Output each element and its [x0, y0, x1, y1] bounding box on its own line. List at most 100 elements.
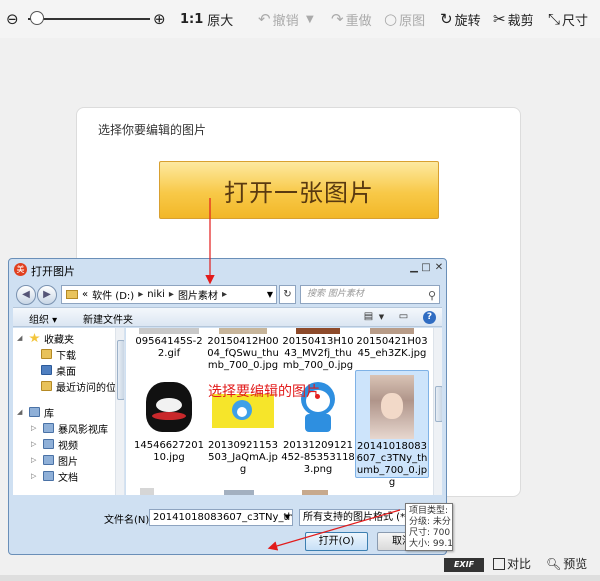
- file-thumbnail: [219, 328, 267, 334]
- crop-button[interactable]: ✂ 裁剪: [493, 9, 534, 29]
- search-input[interactable]: 搜索 图片素材 ⚲: [300, 285, 440, 304]
- zoom-slider-handle[interactable]: [30, 11, 44, 25]
- zoom-slider-track[interactable]: [28, 18, 150, 20]
- recent-places-icon: [41, 381, 52, 391]
- card-title: 选择你要编辑的图片: [98, 123, 207, 137]
- collapse-icon[interactable]: ▷: [31, 440, 41, 448]
- close-icon[interactable]: ✕: [432, 261, 446, 276]
- chevron-down-icon[interactable]: ▼: [267, 290, 273, 299]
- file-item[interactable]: 20150421H0345_eh3ZK.jpg: [355, 328, 429, 360]
- resize-button[interactable]: ⤡ 尺寸: [548, 9, 588, 29]
- file-name: 20150413H1043_MV2fj_thumb_700_0.jpg: [282, 336, 354, 371]
- file-item[interactable]: 20150412H0004_fQSwu_thumb_700_0.jpg: [206, 328, 280, 372]
- file-name: 09564145S-22.gif: [135, 336, 203, 359]
- filename-value: 20141018083607_c3TNy_thuml: [153, 512, 292, 523]
- video-library-icon: [43, 439, 54, 449]
- file-thumbnail-partial: [224, 490, 254, 495]
- nav-item-documents[interactable]: ▷ 文档: [31, 468, 78, 484]
- tooltip-line: 分级: 未分: [409, 517, 451, 527]
- view-options-icon[interactable]: ▤: [362, 311, 375, 323]
- crop-label: 裁剪: [507, 13, 534, 29]
- file-thumbnail: [370, 375, 414, 439]
- toolbar: ⊖ ⊕ 1:1 原大 ↶ 撤销 ▼ ↷ 重做 ○ 原图 ↻ 旋转 ✂ 裁剪 ⤡ 尺寸: [0, 0, 600, 38]
- organize-button[interactable]: 组织 ▾: [29, 311, 57, 326]
- expand-icon[interactable]: ◢: [17, 334, 27, 342]
- compare-label: 对比: [507, 557, 532, 571]
- nav-label: 下载: [56, 350, 76, 362]
- open-image-button[interactable]: 打开一张图片: [159, 161, 439, 219]
- scrollbar-thumb[interactable]: [435, 386, 442, 422]
- file-tooltip: 项目类型: 分级: 未分 尺寸: 700 大小: 99.1: [405, 503, 453, 551]
- exif-button[interactable]: EXIF: [444, 558, 484, 572]
- nav-item-desktop[interactable]: 桌面: [41, 362, 76, 378]
- library-icon: [29, 407, 40, 417]
- address-bar[interactable]: « 软件 (D:) ▸ niki ▸ 图片素材 ▸ ▼: [61, 285, 277, 304]
- search-icon: ⚲: [427, 289, 436, 302]
- original-size-label: 原大: [207, 13, 234, 29]
- collapse-icon[interactable]: ▷: [31, 456, 41, 464]
- redo-button[interactable]: ↷ 重做: [331, 9, 372, 29]
- preview-button[interactable]: 🔍︎ 预览: [546, 555, 587, 572]
- filetype-select[interactable]: 所有支持的图片格式 (*.jpg;*: [299, 509, 409, 526]
- nav-item-videos[interactable]: ▷ 视频: [31, 436, 78, 452]
- collapse-icon[interactable]: ▷: [31, 424, 41, 432]
- tooltip-line: 大小: 99.1: [409, 539, 453, 549]
- scrollbar-thumb[interactable]: [117, 340, 124, 400]
- zoom-out-icon[interactable]: ⊖: [6, 9, 21, 29]
- library-icon: [43, 423, 54, 433]
- original-image-button[interactable]: ○ 原图: [384, 9, 425, 29]
- document-library-icon: [43, 471, 54, 481]
- new-folder-button[interactable]: 新建文件夹: [83, 311, 133, 326]
- undo-dropdown-icon[interactable]: ▼: [306, 9, 314, 29]
- resize-icon: ⤡: [548, 10, 561, 28]
- file-name: 1454662720110.jpg: [134, 440, 204, 463]
- nav-item-pictures[interactable]: ▷ 图片: [31, 452, 78, 468]
- nav-item-favorites[interactable]: ◢ 收藏夹: [17, 330, 74, 346]
- nav-item-libraries[interactable]: ◢ 库: [17, 404, 54, 420]
- chevron-down-icon[interactable]: ▼: [285, 510, 290, 525]
- nav-item-downloads[interactable]: 下载: [41, 346, 76, 362]
- file-item[interactable]: 1454662720110.jpg: [132, 376, 206, 464]
- maximize-icon[interactable]: □: [420, 261, 432, 276]
- forward-arrow-icon[interactable]: ▶: [37, 285, 57, 305]
- nav-label: 桌面: [56, 366, 76, 378]
- refresh-icon[interactable]: ↻: [279, 285, 296, 304]
- file-item[interactable]: 20150413H1043_MV2fj_thumb_700_0.jpg: [281, 328, 355, 372]
- chevron-right-icon: ▸: [221, 289, 227, 300]
- magnifier-icon: 🔍︎: [546, 556, 562, 571]
- dialog-titlebar[interactable]: 美 打开图片 ▁ □ ✕: [9, 259, 446, 281]
- open-file-dialog: 美 打开图片 ▁ □ ✕ ◀ ▶ « 软件 (D:) ▸ niki ▸ 图片素材…: [8, 258, 447, 555]
- file-item[interactable]: 09564145S-22.gif: [132, 328, 206, 360]
- nav-scrollbar[interactable]: [115, 328, 124, 495]
- nav-item-recent[interactable]: 最近访问的位置: [41, 378, 124, 394]
- command-bar: 组织 ▾ 新建文件夹 ▤ ▼ ▭ ?: [13, 307, 442, 327]
- help-icon[interactable]: ?: [423, 311, 436, 324]
- minimize-icon[interactable]: ▁: [408, 261, 420, 276]
- picture-library-icon: [43, 455, 54, 465]
- annotation-text: 选择要编辑的图片: [208, 384, 320, 400]
- file-item-selected[interactable]: 20141018083607_c3TNy_thumb_700_0.jpg: [355, 370, 429, 488]
- compare-button[interactable]: 对比: [493, 555, 531, 572]
- address-part[interactable]: 图片素材: [178, 287, 218, 302]
- nav-item-baofeng[interactable]: ▷ 暴风影视库: [31, 420, 108, 436]
- star-icon: [29, 333, 40, 343]
- address-part[interactable]: niki: [147, 289, 165, 300]
- zoom-in-icon[interactable]: ⊕: [153, 9, 168, 29]
- back-arrow-icon[interactable]: ◀: [16, 285, 36, 305]
- nav-label: 暴风影视库: [58, 424, 108, 436]
- collapse-icon[interactable]: ▷: [31, 472, 41, 480]
- open-button[interactable]: 打开(O): [305, 532, 368, 551]
- dialog-title: 打开图片: [31, 265, 75, 278]
- rotate-button[interactable]: ↻ 旋转: [440, 9, 481, 29]
- preview-pane-icon[interactable]: ▭: [397, 311, 410, 323]
- bottom-strip: [0, 575, 600, 581]
- undo-button[interactable]: ↶ 撤销: [258, 9, 299, 29]
- file-list-scrollbar[interactable]: [433, 328, 442, 495]
- address-part[interactable]: 软件 (D:): [92, 287, 134, 302]
- actual-size-button[interactable]: 1:1 原大: [180, 9, 233, 29]
- filename-input[interactable]: 20141018083607_c3TNy_thuml▼: [149, 509, 293, 526]
- size-label: 尺寸: [562, 13, 589, 29]
- chevron-down-icon[interactable]: ▼: [375, 311, 388, 323]
- expand-icon[interactable]: ◢: [17, 408, 27, 416]
- rotate-icon: ↻: [440, 10, 453, 28]
